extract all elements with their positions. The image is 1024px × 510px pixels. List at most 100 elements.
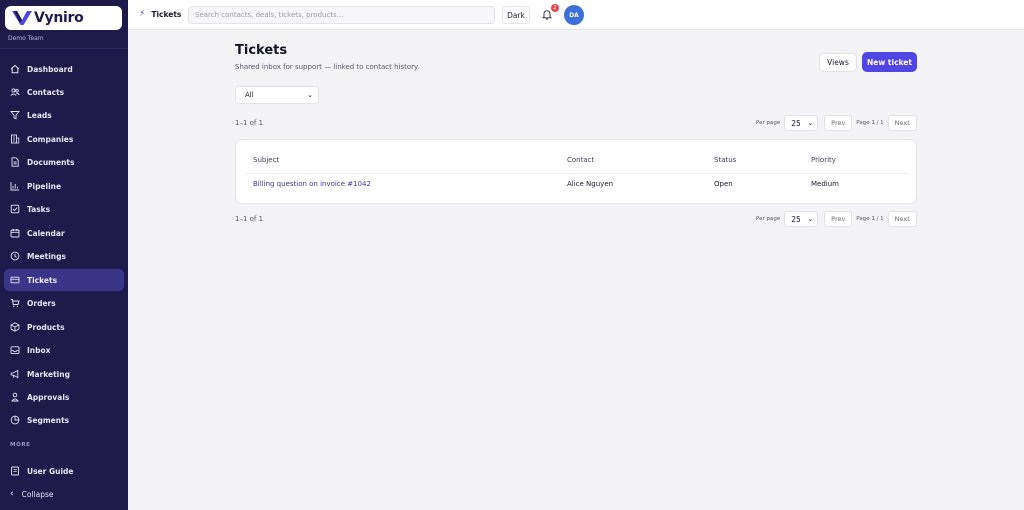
collapse-button[interactable]: ‹ Collapse (10, 489, 53, 499)
team-name: Demo Team (8, 35, 44, 42)
sidebar-item-segments[interactable]: Segments (4, 409, 124, 431)
chevron-left-icon: ‹ (10, 489, 14, 499)
inbox-icon (10, 345, 20, 355)
sidebar: Vyniro Demo Team Dashboard Contacts Lead… (0, 0, 128, 510)
filter-value: All (245, 91, 254, 99)
column-header-subject[interactable]: Subject (253, 156, 279, 164)
search-input[interactable]: Search contacts, deals, tickets, product… (188, 6, 495, 24)
chevron-down-icon: ⌄ (307, 91, 313, 99)
chevron-down-icon: ⌄ (807, 119, 814, 127)
calendar-icon (10, 228, 20, 238)
collapse-label: Collapse (21, 489, 54, 499)
next-page-button[interactable]: Next (887, 211, 917, 227)
sidebar-item-approvals[interactable]: Approvals (4, 386, 124, 408)
per-page-select[interactable]: 25 ⌄ (784, 115, 819, 131)
sidebar-item-label: Calendar (27, 228, 65, 238)
prev-page-button[interactable]: Prev (824, 115, 853, 131)
sidebar-item-label: User Guide (27, 466, 74, 476)
sidebar-item-tasks[interactable]: Tasks (4, 198, 124, 220)
column-header-priority[interactable]: Priority (811, 156, 836, 164)
document-icon (10, 157, 20, 167)
sidebar-item-calendar[interactable]: Calendar (4, 222, 124, 244)
sidebar-item-label: Tasks (27, 204, 51, 214)
result-count: 1–1 of 1 (235, 119, 264, 127)
page-info: Page 1 / 1 (856, 120, 884, 126)
sidebar-item-companies[interactable]: Companies (4, 128, 124, 150)
sidebar-item-tickets[interactable]: Tickets (4, 269, 124, 291)
sidebar-item-dashboard[interactable]: Dashboard (4, 58, 124, 80)
per-page-label: Per page (756, 216, 781, 222)
sidebar-item-leads[interactable]: Leads (4, 104, 124, 126)
megaphone-icon (10, 369, 20, 379)
segments-icon (10, 415, 20, 425)
topbar: ⚡ Tickets Search contacts, deals, ticket… (128, 0, 1024, 30)
sidebar-item-label: Contacts (27, 87, 65, 97)
book-icon (10, 466, 20, 476)
filter-icon (10, 110, 20, 120)
sidebar-item-label: Meetings (27, 251, 66, 261)
sidebar-item-label: Products (27, 322, 65, 332)
sidebar-item-label: Tickets (27, 275, 58, 285)
app-name: Vyniro (34, 10, 84, 26)
sidebar-item-label: Approvals (27, 392, 70, 402)
prev-page-button[interactable]: Prev (824, 211, 853, 227)
section-label-more: MORE (10, 442, 31, 448)
ticket-status: Open (714, 180, 733, 188)
home-icon (10, 64, 20, 74)
sidebar-item-label: Documents (27, 157, 75, 167)
page-title: Tickets (235, 43, 288, 58)
per-page-value: 25 (791, 118, 801, 128)
ticket-priority: Medium (811, 180, 839, 188)
new-ticket-button[interactable]: New ticket (862, 52, 917, 72)
pagination: Per page 25 ⌄ Prev Page 1 / 1 Next (756, 211, 917, 227)
page-info: Page 1 / 1 (856, 216, 884, 222)
theme-toggle-button[interactable]: Dark (502, 6, 530, 24)
sidebar-item-label: Inbox (27, 345, 51, 355)
per-page-value: 25 (791, 214, 801, 224)
column-header-status[interactable]: Status (714, 156, 736, 164)
sidebar-item-meetings[interactable]: Meetings (4, 245, 124, 267)
building-icon (10, 134, 20, 144)
sidebar-item-pipeline[interactable]: Pipeline (4, 175, 124, 197)
status-filter-select[interactable]: All ⌄ (235, 86, 319, 104)
contacts-icon (10, 87, 20, 97)
sidebar-item-products[interactable]: Products (4, 316, 124, 338)
avatar[interactable]: DA (564, 5, 584, 25)
bar-chart-icon (10, 181, 20, 191)
next-page-button[interactable]: Next (887, 115, 917, 131)
notification-badge: 2 (551, 4, 559, 12)
ticket-subject-link[interactable]: Billing question on invoice #1042 (253, 180, 371, 188)
breadcrumb-current: Tickets (151, 9, 182, 19)
ticket-contact: Alice Nguyen (567, 180, 614, 188)
column-header-contact[interactable]: Contact (567, 156, 594, 164)
sidebar-item-label: Marketing (27, 369, 70, 379)
sidebar-item-user-guide[interactable]: User Guide (4, 460, 124, 482)
breadcrumb: ⚡ Tickets (139, 9, 181, 19)
sidebar-item-marketing[interactable]: Marketing (4, 363, 124, 385)
divider (246, 173, 908, 174)
sidebar-item-contacts[interactable]: Contacts (4, 81, 124, 103)
clock-icon (10, 251, 20, 261)
tickets-table: Subject Contact Status Priority Billing … (235, 139, 917, 204)
views-button[interactable]: Views (819, 53, 857, 72)
logo[interactable]: Vyniro (5, 6, 122, 30)
checkbox-icon (10, 204, 20, 214)
chevron-down-icon: ⌄ (807, 215, 814, 223)
bolt-icon: ⚡ (139, 9, 146, 19)
ticket-icon (10, 275, 20, 285)
per-page-select[interactable]: 25 ⌄ (784, 211, 819, 227)
pagination: Per page 25 ⌄ Prev Page 1 / 1 Next (756, 115, 917, 131)
cart-icon (10, 298, 20, 308)
sidebar-item-label: Dashboard (27, 64, 73, 74)
sidebar-item-label: Companies (27, 134, 74, 144)
bell-icon[interactable] (542, 9, 552, 20)
per-page-label: Per page (756, 120, 781, 126)
search-placeholder: Search contacts, deals, tickets, product… (195, 11, 344, 19)
person-icon (10, 392, 20, 402)
sidebar-item-documents[interactable]: Documents (4, 151, 124, 173)
sidebar-item-label: Pipeline (27, 181, 62, 191)
page-subtitle: Shared inbox for support — linked to con… (235, 63, 420, 71)
sidebar-item-orders[interactable]: Orders (4, 292, 124, 314)
sidebar-item-inbox[interactable]: Inbox (4, 339, 124, 361)
logo-icon (12, 11, 32, 25)
